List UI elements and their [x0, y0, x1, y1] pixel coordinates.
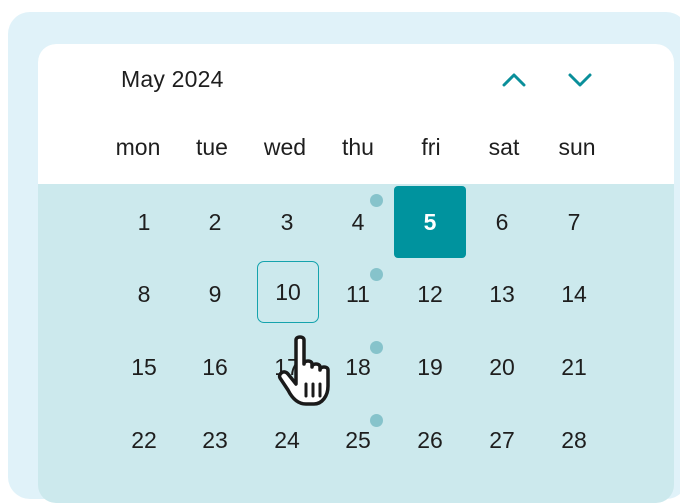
event-dot	[370, 268, 383, 281]
weekday-tue: tue	[196, 134, 228, 160]
day-cell[interactable]: 2	[179, 186, 251, 258]
day-cell[interactable]: 6	[466, 186, 538, 258]
calendar-header: May 2024 mon tue wed thu fri sat sun	[38, 44, 674, 184]
day-cell[interactable]: 16	[179, 331, 251, 403]
weekday-thu: thu	[342, 134, 374, 160]
chevron-down-icon	[568, 73, 592, 87]
weekday-sat: sat	[488, 134, 520, 160]
calendar-card: May 2024 mon tue wed thu fri sat sun 1 2…	[38, 44, 674, 503]
weekday-fri: fri	[421, 134, 441, 160]
day-cell[interactable]: 8	[108, 258, 180, 330]
weekday-mon: mon	[115, 134, 161, 160]
day-cell[interactable]: 25	[322, 404, 394, 476]
day-cell[interactable]: 11	[322, 258, 394, 330]
day-cell[interactable]: 27	[466, 404, 538, 476]
calendar-frame: May 2024 mon tue wed thu fri sat sun 1 2…	[8, 12, 680, 503]
day-cell[interactable]: 4	[322, 186, 394, 258]
previous-month-button[interactable]	[496, 62, 532, 98]
month-title: May 2024	[121, 66, 224, 92]
day-cell[interactable]: 13	[466, 258, 538, 330]
day-cell-selected[interactable]: 5	[394, 186, 466, 258]
day-cell[interactable]: 23	[179, 404, 251, 476]
day-cell[interactable]: 7	[538, 186, 610, 258]
hand-pointer-icon	[277, 335, 330, 406]
next-month-button[interactable]	[562, 62, 598, 98]
day-cell[interactable]: 15	[108, 331, 180, 403]
event-dot	[370, 194, 383, 207]
weekday-wed: wed	[263, 134, 307, 160]
day-cell[interactable]: 21	[538, 331, 610, 403]
day-cell[interactable]: 14	[538, 258, 610, 330]
day-cell[interactable]: 28	[538, 404, 610, 476]
weekday-sun: sun	[558, 134, 596, 160]
day-cell[interactable]: 24	[251, 404, 323, 476]
day-cell[interactable]: 26	[394, 404, 466, 476]
event-dot	[370, 414, 383, 427]
chevron-up-icon	[502, 73, 526, 87]
day-cell[interactable]: 3	[251, 186, 323, 258]
event-dot	[370, 341, 383, 354]
day-cell-focused[interactable]: 10	[257, 261, 319, 323]
day-cell[interactable]: 22	[108, 404, 180, 476]
day-cell[interactable]: 20	[466, 331, 538, 403]
day-cell[interactable]: 12	[394, 258, 466, 330]
day-cell[interactable]: 9	[179, 258, 251, 330]
day-cell[interactable]: 1	[108, 186, 180, 258]
day-cell[interactable]: 19	[394, 331, 466, 403]
